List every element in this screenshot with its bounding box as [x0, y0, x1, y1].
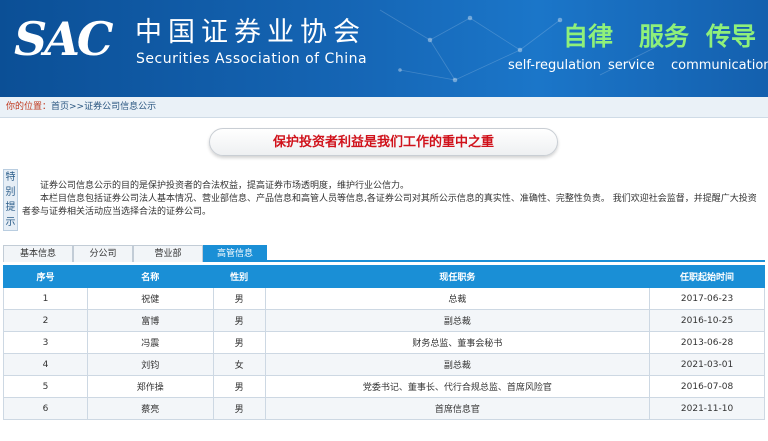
cell-name: 蔡亮: [86, 397, 214, 420]
cell-position: 副总裁: [264, 353, 651, 376]
cell-gender: 男: [212, 331, 266, 354]
cell-gender: 男: [212, 287, 266, 310]
slogan-service: 服务: [639, 22, 690, 51]
column-header-gender: 性别: [212, 265, 266, 288]
cell-index: 6: [3, 397, 88, 420]
cell-name: 郑作操: [86, 375, 214, 398]
cell-name: 冯震: [86, 331, 214, 354]
sac-logo[interactable]: SAC: [14, 14, 114, 64]
cell-gender: 男: [212, 375, 266, 398]
notice-tag-char: 特: [5, 172, 16, 183]
slogan-en-self-regulation: self-regulation: [508, 58, 601, 73]
notice-line: 本栏目信息包括证券公司法人基本情况、营业部信息、产品信息和高管人员等信息,各证券…: [22, 194, 757, 217]
slogan-self-regulation: 自律: [563, 22, 614, 51]
notice-line: 证券公司信息公示的目的是保护投资者的合法权益，提高证券市场透明度，维护行业公信力…: [40, 181, 410, 191]
notice-tag-char: 别: [5, 187, 16, 198]
cell-start-date: 2021-11-10: [649, 397, 765, 420]
table-row: 3 冯震 男 财务总监、董事会秘书 2013-06-28: [3, 331, 765, 354]
cell-name: 祝健: [86, 287, 214, 310]
cell-start-date: 2013-06-28: [649, 331, 765, 354]
cell-index: 3: [3, 331, 88, 354]
cell-gender: 男: [212, 397, 266, 420]
tab-branch-company[interactable]: 分公司: [73, 245, 133, 262]
cell-position: 财务总监、董事会秘书: [264, 331, 651, 354]
table-row: 5 郑作操 男 党委书记、董事长、代行合规总监、首席风险官 2016-07-08: [3, 375, 765, 398]
column-header-index: 序号: [3, 265, 88, 288]
column-header-start-date: 任职起始时间: [649, 265, 765, 288]
tab-bar: 基本信息 分公司 营业部 高管信息: [3, 245, 765, 262]
site-name-cn: 中国证券业协会: [135, 17, 366, 48]
cell-start-date: 2016-07-08: [649, 375, 765, 398]
notice-tag-char: 示: [5, 217, 16, 228]
cell-name: 刘钧: [86, 353, 214, 376]
cell-gender: 女: [212, 353, 266, 376]
cell-position: 副总裁: [264, 309, 651, 332]
cell-position: 总裁: [264, 287, 651, 310]
table-header-row: 序号 名称 性别 现任职务 任职起始时间: [3, 265, 765, 288]
cell-position: 首席信息官: [264, 397, 651, 420]
tab-executive-info[interactable]: 高管信息: [203, 245, 267, 262]
motto-banner: 保护投资者利益是我们工作的重中之重: [209, 128, 558, 156]
cell-start-date: 2017-06-23: [649, 287, 765, 310]
column-header-name: 名称: [86, 265, 214, 288]
notice-text: 证券公司信息公示的目的是保护投资者的合法权益，提高证券市场透明度，维护行业公信力…: [22, 180, 764, 219]
slogan-en-communication: communication: [671, 58, 768, 73]
table-row: 2 富博 男 副总裁 2016-10-25: [3, 309, 765, 332]
tab-business-dept[interactable]: 营业部: [133, 245, 203, 262]
table-row: 1 祝健 男 总裁 2017-06-23: [3, 287, 765, 310]
cell-index: 4: [3, 353, 88, 376]
slogan-en-service: service: [608, 58, 655, 73]
site-header: SAC 中国证券业协会 Securities Association of Ch…: [0, 0, 768, 97]
notice-tag: 特 别 提 示: [3, 169, 18, 231]
site-name-en: Securities Association of China: [136, 51, 368, 67]
breadcrumb-prefix: 你的位置：: [6, 102, 52, 112]
breadcrumb-link[interactable]: 首页>>证券公司信息公示: [51, 102, 156, 112]
table-row: 4 刘钧 女 副总裁 2021-03-01: [3, 353, 765, 376]
cell-start-date: 2021-03-01: [649, 353, 765, 376]
slogan-communication: 传导: [706, 22, 757, 51]
cell-index: 5: [3, 375, 88, 398]
cell-position: 党委书记、董事长、代行合规总监、首席风险官: [264, 375, 651, 398]
cell-index: 1: [3, 287, 88, 310]
table-row: 6 蔡亮 男 首席信息官 2021-11-10: [3, 397, 765, 420]
cell-start-date: 2016-10-25: [649, 309, 765, 332]
breadcrumb: 你的位置：首页>>证券公司信息公示: [0, 97, 768, 118]
executive-table: 序号 名称 性别 现任职务 任职起始时间 1 祝健 男 总裁 2017-06-2…: [3, 265, 765, 420]
cell-gender: 男: [212, 309, 266, 332]
cell-name: 富博: [86, 309, 214, 332]
cell-index: 2: [3, 309, 88, 332]
notice-tag-char: 提: [5, 202, 16, 213]
tab-basic-info[interactable]: 基本信息: [3, 245, 73, 262]
column-header-position: 现任职务: [264, 265, 651, 288]
